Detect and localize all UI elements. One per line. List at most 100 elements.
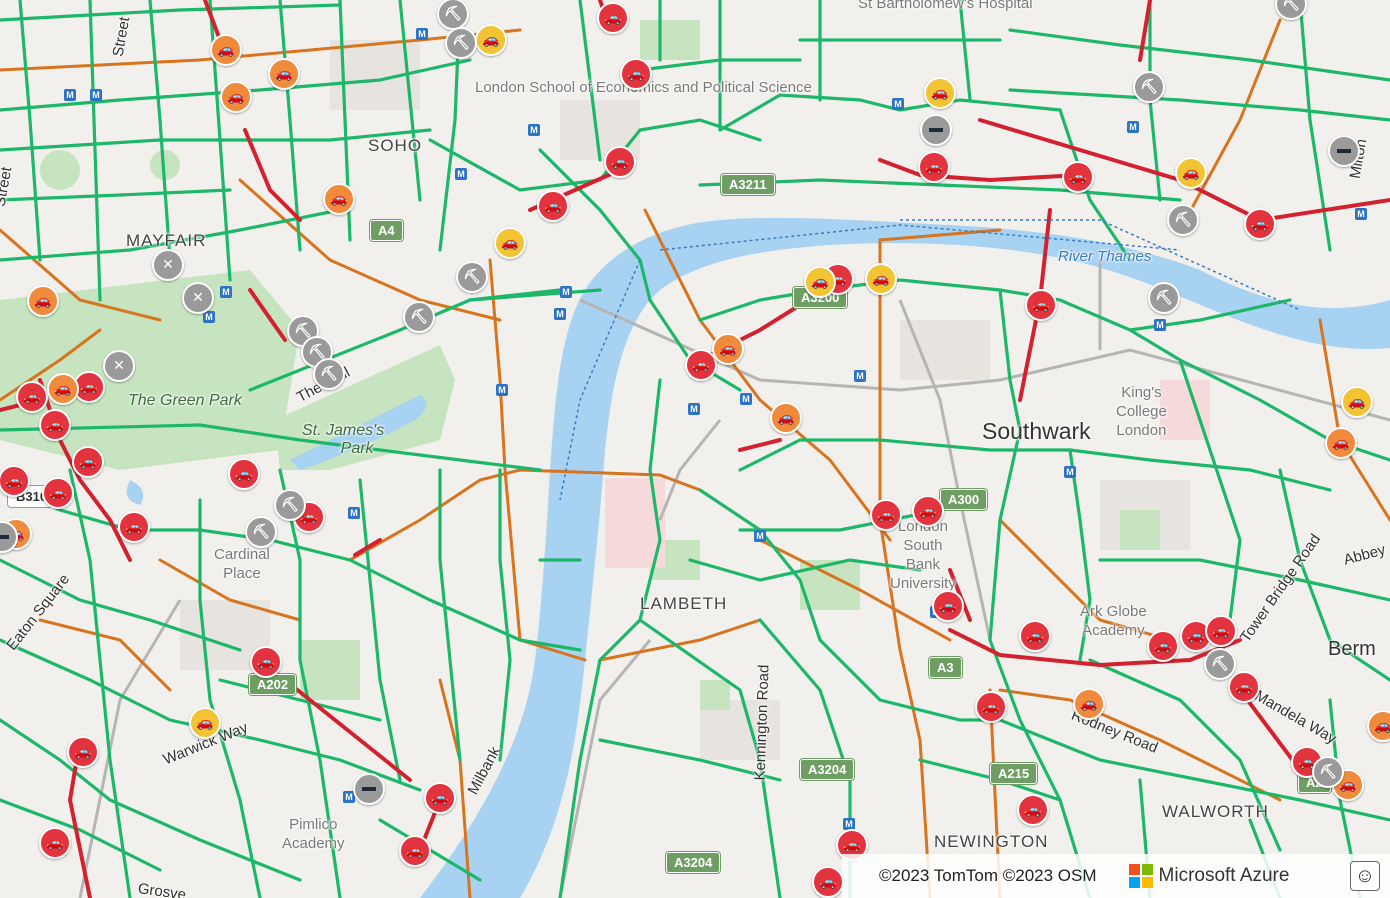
metro-station-icon[interactable]: M [740, 393, 752, 405]
roadworks-icon[interactable]: ⛏ [1167, 204, 1199, 236]
traffic-jam-icon[interactable]: 🚗 [1025, 289, 1057, 321]
metro-station-icon[interactable]: M [348, 507, 360, 519]
microsoft-logo-icon [1128, 864, 1153, 888]
traffic-jam-icon[interactable]: 🚗 [1244, 208, 1276, 240]
metro-station-icon[interactable]: M [528, 124, 540, 136]
slow-traffic-icon[interactable]: 🚗 [220, 81, 252, 113]
poi-label-ark-globe: Ark Globe Academy [1080, 602, 1147, 640]
metro-station-icon[interactable]: M [1127, 121, 1139, 133]
roadworks-icon[interactable]: ⛏ [456, 261, 488, 293]
caution-traffic-icon[interactable]: 🚗 [1341, 386, 1373, 418]
slow-traffic-icon[interactable]: 🚗 [47, 373, 79, 405]
traffic-jam-icon[interactable]: 🚗 [1228, 671, 1260, 703]
microsoft-azure-logo[interactable]: Microsoft Azure [1128, 864, 1289, 888]
lane-closed-icon[interactable]: ✕ [182, 282, 214, 314]
roadworks-icon[interactable]: ⛏ [1312, 756, 1344, 788]
traffic-jam-icon[interactable]: 🚗 [228, 458, 260, 490]
poi-lsbu-line3: Bank [905, 556, 941, 573]
slow-traffic-icon[interactable]: 🚗 [27, 285, 59, 317]
slow-traffic-icon[interactable]: 🚗 [1325, 427, 1357, 459]
slow-traffic-icon[interactable]: 🚗 [1073, 688, 1105, 720]
caution-traffic-icon[interactable]: 🚗 [494, 227, 526, 259]
traffic-jam-icon[interactable]: 🚗 [424, 782, 456, 814]
roadworks-icon[interactable]: ⛏ [274, 489, 306, 521]
traffic-jam-icon[interactable]: 🚗 [250, 646, 282, 678]
metro-station-icon[interactable]: M [90, 89, 102, 101]
copyright-text: ©2023 TomTom ©2023 OSM [879, 866, 1097, 885]
traffic-jam-icon[interactable]: 🚗 [537, 190, 569, 222]
poi-pimlico-line2: Academy [282, 835, 345, 852]
caution-traffic-icon[interactable]: 🚗 [865, 263, 897, 295]
traffic-jam-icon[interactable]: 🚗 [870, 499, 902, 531]
slow-traffic-icon[interactable]: 🚗 [268, 58, 300, 90]
slow-traffic-icon[interactable]: 🚗 [712, 333, 744, 365]
traffic-jam-icon[interactable]: 🚗 [812, 866, 844, 898]
district-label-lambeth: LAMBETH [640, 594, 728, 613]
slow-traffic-icon[interactable]: 🚗 [323, 183, 355, 215]
traffic-jam-icon[interactable]: 🚗 [912, 495, 944, 527]
traffic-jam-icon[interactable]: 🚗 [118, 511, 150, 543]
road-shield-a3204-bot: A3204 [666, 852, 721, 873]
caution-traffic-icon[interactable]: 🚗 [475, 24, 507, 56]
metro-station-icon[interactable]: M [496, 384, 508, 396]
traffic-jam-icon[interactable]: 🚗 [42, 477, 74, 509]
traffic-jam-icon[interactable]: 🚗 [1062, 161, 1094, 193]
metro-station-icon[interactable]: M [220, 286, 232, 298]
metro-station-icon[interactable]: M [754, 530, 766, 542]
metro-station-icon[interactable]: M [1355, 208, 1367, 220]
metro-station-icon[interactable]: M [854, 370, 866, 382]
traffic-jam-icon[interactable]: 🚗 [1205, 615, 1237, 647]
road-closed-icon[interactable] [353, 773, 385, 805]
roadworks-icon[interactable]: ⛏ [445, 27, 477, 59]
metro-station-icon[interactable]: M [554, 308, 566, 320]
metro-station-icon[interactable]: M [416, 28, 428, 40]
traffic-jam-icon[interactable]: 🚗 [975, 691, 1007, 723]
metro-station-icon[interactable]: M [560, 286, 572, 298]
roadworks-icon[interactable]: ⛏ [313, 358, 345, 390]
roadworks-icon[interactable]: ⛏ [1133, 71, 1165, 103]
road-closed-icon[interactable] [1328, 135, 1360, 167]
traffic-jam-icon[interactable]: 🚗 [1147, 630, 1179, 662]
caution-traffic-icon[interactable]: 🚗 [924, 77, 956, 109]
metro-station-icon[interactable]: M [455, 168, 467, 180]
metro-station-icon[interactable]: M [1064, 466, 1076, 478]
traffic-jam-icon[interactable]: 🚗 [597, 2, 629, 34]
traffic-jam-icon[interactable]: 🚗 [39, 409, 71, 441]
lane-closed-icon[interactable]: ✕ [152, 249, 184, 281]
road-closed-icon[interactable] [920, 114, 952, 146]
park-label-st-james-line2: Park [340, 440, 374, 457]
roadworks-icon[interactable]: ⛏ [403, 301, 435, 333]
caution-traffic-icon[interactable]: 🚗 [1175, 157, 1207, 189]
metro-station-icon[interactable]: M [1154, 319, 1166, 331]
traffic-jam-icon[interactable]: 🚗 [620, 58, 652, 90]
poi-ark-line1: Ark Globe [1080, 603, 1147, 620]
road-shield-a4: A4 [370, 220, 403, 241]
traffic-jam-icon[interactable]: 🚗 [72, 446, 104, 478]
lane-closed-icon[interactable]: ✕ [103, 350, 135, 382]
roadworks-icon[interactable]: ⛏ [245, 516, 277, 548]
map-base-layer [0, 0, 1390, 898]
traffic-jam-icon[interactable]: 🚗 [604, 146, 636, 178]
slow-traffic-icon[interactable]: 🚗 [770, 402, 802, 434]
metro-station-icon[interactable]: M [203, 311, 215, 323]
traffic-jam-icon[interactable]: 🚗 [1017, 794, 1049, 826]
metro-station-icon[interactable]: M [688, 403, 700, 415]
metro-station-icon[interactable]: M [64, 89, 76, 101]
traffic-jam-icon[interactable]: 🚗 [918, 151, 950, 183]
caution-traffic-icon[interactable]: 🚗 [189, 707, 221, 739]
poi-kings-line1: King's [1121, 384, 1162, 401]
traffic-jam-icon[interactable]: 🚗 [399, 835, 431, 867]
traffic-jam-icon[interactable]: 🚗 [67, 736, 99, 768]
road-shield-a202: A202 [249, 674, 297, 695]
caution-traffic-icon[interactable]: 🚗 [804, 266, 836, 298]
traffic-jam-icon[interactable]: 🚗 [1019, 620, 1051, 652]
roadworks-icon[interactable]: ⛏ [1204, 648, 1236, 680]
feedback-smiley-icon[interactable]: ☺ [1350, 861, 1380, 891]
metro-station-icon[interactable]: M [892, 98, 904, 110]
traffic-jam-icon[interactable]: 🚗 [16, 381, 48, 413]
traffic-jam-icon[interactable]: 🚗 [932, 590, 964, 622]
traffic-map[interactable]: SOHO MAYFAIR LAMBETH Southwark NEWINGTON… [0, 0, 1390, 898]
traffic-jam-icon[interactable]: 🚗 [39, 827, 71, 859]
roadworks-icon[interactable]: ⛏ [1148, 282, 1180, 314]
slow-traffic-icon[interactable]: 🚗 [210, 34, 242, 66]
